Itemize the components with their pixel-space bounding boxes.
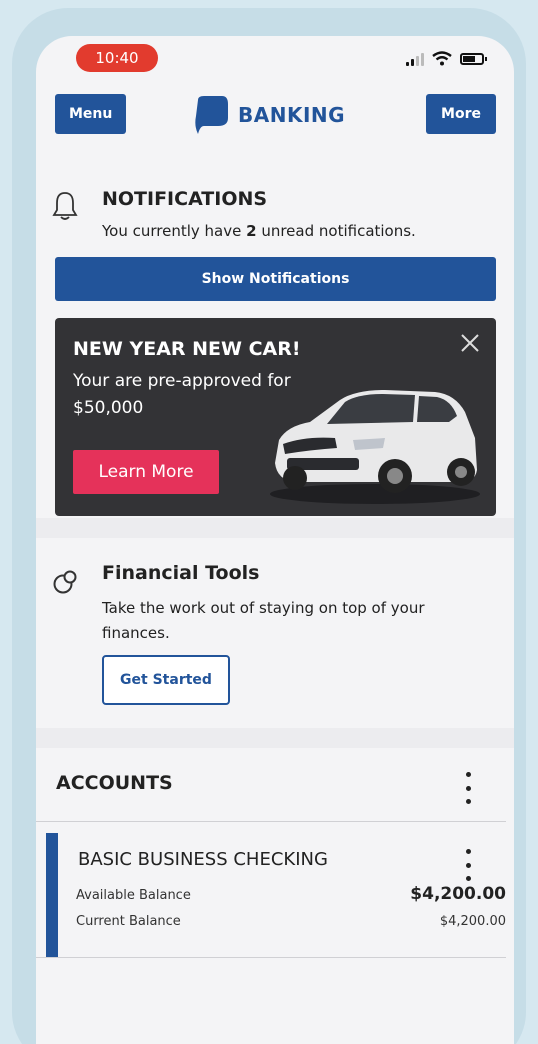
accounts-title: ACCOUNTS (56, 772, 173, 794)
account-card[interactable]: BASIC BUSINESS CHECKING Available Balanc… (46, 833, 506, 957)
promo-banner: NEW YEAR NEW CAR! Your are pre-approved … (55, 318, 496, 516)
more-button[interactable]: More (426, 94, 496, 134)
divider (36, 821, 506, 822)
section-divider (36, 728, 514, 748)
bank-logo-icon (195, 96, 228, 134)
status-bar: 10:40 (36, 36, 514, 84)
account-accent-bar (46, 833, 58, 957)
notifications-text: You currently have 2 unread notification… (102, 222, 416, 240)
account-name: BASIC BUSINESS CHECKING (78, 849, 328, 870)
accounts-menu-icon[interactable] (464, 772, 472, 804)
bell-icon (52, 192, 78, 220)
divider (36, 957, 506, 958)
app-screen: 10:40 Menu BANKING More NOTIFICATIONS Yo… (36, 36, 514, 1044)
learn-more-button[interactable]: Learn More (73, 450, 219, 494)
financial-tools-text: Take the work out of staying on top of y… (102, 599, 425, 642)
section-divider (36, 518, 514, 538)
account-menu-icon[interactable] (464, 849, 472, 881)
brand-logo: BANKING (194, 96, 345, 134)
signal-icon (406, 52, 424, 66)
notifications-title: NOTIFICATIONS (102, 188, 268, 210)
financial-tools-title: Financial Tools (102, 562, 260, 584)
app-header: Menu BANKING More (36, 94, 514, 136)
promo-title: NEW YEAR NEW CAR! (73, 338, 301, 360)
get-started-button[interactable]: Get Started (102, 655, 230, 705)
battery-icon (460, 52, 487, 65)
show-notifications-button[interactable]: Show Notifications (55, 257, 496, 301)
current-balance-label: Current Balance (76, 914, 181, 929)
status-time: 10:40 (76, 44, 158, 72)
car-image (270, 390, 480, 504)
current-balance-value: $4,200.00 (439, 914, 506, 929)
brand-name: BANKING (238, 103, 346, 127)
accounts-header: ACCOUNTS (36, 764, 514, 820)
financial-tools-icon (53, 570, 77, 594)
available-balance-value: $4,200.00 (410, 884, 506, 904)
menu-button[interactable]: Menu (55, 94, 126, 134)
close-icon[interactable] (459, 332, 481, 354)
status-icons (406, 51, 487, 66)
available-balance-label: Available Balance (76, 888, 191, 903)
wifi-icon (432, 51, 452, 66)
unread-count: 2 (246, 222, 257, 240)
